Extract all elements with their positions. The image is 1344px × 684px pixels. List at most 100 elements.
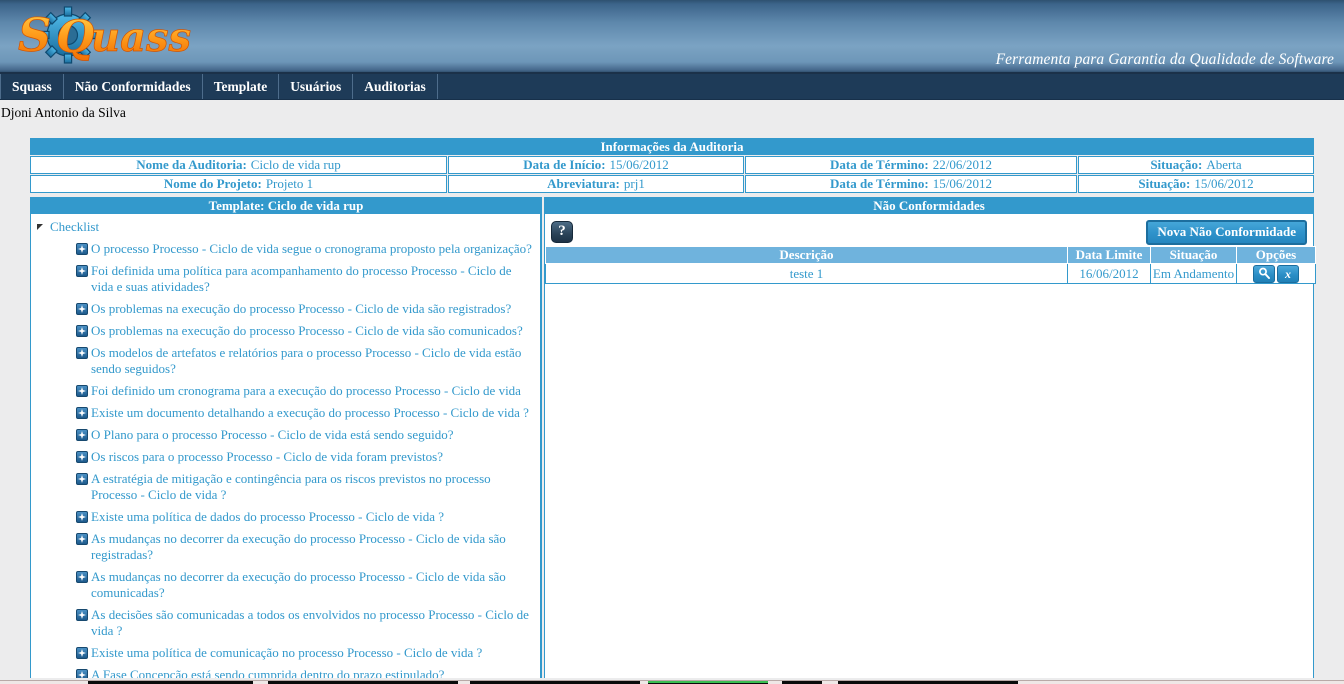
checklist-item[interactable]: As mudanças no decorrer da execução do p… [31, 528, 540, 566]
checklist-item-label: Existe uma política de dados do processo… [91, 509, 445, 524]
panels-container: Checklist O processo Processo - Ciclo de… [30, 214, 1316, 678]
column-header-opcoes[interactable]: Opções [1236, 246, 1316, 264]
checklist-item[interactable]: As decisões são comunicadas a todos os e… [31, 604, 540, 642]
os-taskbar-sliver [0, 680, 1344, 684]
checklist-star-icon[interactable] [76, 303, 88, 315]
panel-headers: Template: Ciclo de vida rup Não Conformi… [30, 197, 1314, 214]
checklist-item-label: As mudanças no decorrer da execução do p… [91, 531, 506, 562]
checklist-item[interactable]: Existe uma política de dados do processo… [31, 506, 540, 528]
checklist-item[interactable]: Existe um documento detalhando a execuçã… [31, 402, 540, 424]
field-data-termino-projeto: Data de Término: 15/06/2012 [745, 175, 1077, 193]
checklist-item[interactable]: Foi definida uma política para acompanha… [31, 260, 540, 298]
checklist-item[interactable]: Os problemas na execução do processo Pro… [31, 320, 540, 342]
checklist-star-icon[interactable] [76, 407, 88, 419]
template-panel-title: Template: Ciclo de vida rup [30, 197, 542, 214]
chevron-down-icon[interactable] [37, 224, 43, 230]
checklist-item[interactable]: A estratégia de mitigação e contingência… [31, 468, 540, 506]
field-data-termino-auditoria: Data de Término: 22/06/2012 [745, 156, 1077, 174]
close-x-icon[interactable]: x [1277, 264, 1299, 283]
checklist-item[interactable]: Existe uma política de comunicação no pr… [31, 642, 540, 664]
checklist-item-label: Os problemas na execução do processo Pro… [91, 323, 523, 338]
checklist-panel: Checklist O processo Processo - Ciclo de… [30, 214, 542, 678]
checklist-item-label: Os problemas na execução do processo Pro… [91, 301, 512, 316]
checklist-item[interactable]: A Fase Concepção está sendo cumprida den… [31, 664, 540, 678]
checklist-item[interactable]: Os riscos para o processo Processo - Cic… [31, 446, 540, 468]
nav-item-squass[interactable]: Squass [0, 74, 64, 99]
magnifier-glyph [1258, 267, 1270, 279]
checklist-star-icon[interactable] [76, 511, 88, 523]
squass-logo-svg: S Q uass [18, 6, 191, 64]
field-nome-projeto: Nome do Projeto: Projeto 1 [30, 175, 447, 193]
checklist-items: O processo Processo - Ciclo de vida segu… [31, 238, 540, 678]
row-actions: x [1237, 264, 1315, 283]
checklist-star-icon[interactable] [76, 647, 88, 659]
nova-nao-conformidade-button[interactable]: Nova Não Conformidade [1146, 220, 1307, 245]
nav-item-template[interactable]: Template [203, 74, 280, 99]
tree-node-checklist-label: Checklist [50, 219, 100, 234]
column-header-situacao[interactable]: Situação [1150, 246, 1237, 264]
checklist-star-icon[interactable] [76, 429, 88, 441]
column-header-descricao[interactable]: Descrição [545, 246, 1068, 264]
tree-node-checklist[interactable]: Checklist [31, 214, 540, 238]
field-nome-auditoria-value: Ciclo de vida rup [250, 157, 341, 172]
checklist-star-icon[interactable] [76, 669, 88, 678]
checklist-star-icon[interactable] [76, 451, 88, 463]
checklist-star-icon[interactable] [76, 347, 88, 359]
checklist-star-icon[interactable] [76, 473, 88, 485]
cell-situacao: Em Andamento [1150, 263, 1237, 284]
checklist-item[interactable]: As mudanças no decorrer da execução do p… [31, 566, 540, 604]
checklist-item-label: Foi definido um cronograma para a execuç… [91, 383, 521, 398]
audit-info-title: Informações da Auditoria [30, 138, 1314, 155]
help-icon[interactable]: ? [551, 220, 573, 243]
field-abreviatura: Abreviatura: prj1 [448, 175, 744, 193]
checklist-item[interactable]: Os problemas na execução do processo Pro… [31, 298, 540, 320]
field-data-termino-projeto-value: 15/06/2012 [932, 176, 992, 191]
checklist-item-label: Os riscos para o processo Processo - Cic… [91, 449, 443, 464]
nav-item-usuarios[interactable]: Usuários [279, 74, 354, 99]
main-navigation: Squass Não Conformidades Template Usuári… [0, 74, 1344, 100]
app-header: S Q uass Ferramenta para Garantia da Qua… [0, 0, 1344, 74]
checklist-star-icon[interactable] [76, 265, 88, 277]
checklist-star-icon[interactable] [76, 385, 88, 397]
cell-opcoes: x [1236, 263, 1316, 284]
nav-item-auditorias[interactable]: Auditorias [353, 74, 438, 99]
field-data-termino-auditoria-label: Data de Término: [830, 157, 929, 172]
field-data-inicio-value: 15/06/2012 [609, 157, 669, 172]
logged-user-name: Djoni Antonio da Silva [0, 100, 1344, 126]
svg-text:x: x [1284, 268, 1291, 280]
checklist-star-icon[interactable] [76, 325, 88, 337]
checklist-star-icon[interactable] [76, 609, 88, 621]
field-situacao-auditoria-value: Aberta [1206, 157, 1242, 172]
field-situacao-projeto-label: Situação: [1138, 176, 1191, 191]
nav-item-nao-conformidades[interactable]: Não Conformidades [64, 74, 203, 99]
checklist-item[interactable]: O processo Processo - Ciclo de vida segu… [31, 238, 540, 260]
checklist-star-icon[interactable] [76, 533, 88, 545]
column-header-data-limite[interactable]: Data Limite [1067, 246, 1151, 264]
table-header-row: Descrição Data Limite Situação Opções [545, 246, 1316, 264]
checklist-item-label: Os modelos de artefatos e relatórios par… [91, 345, 522, 376]
magnifier-icon[interactable] [1253, 264, 1275, 283]
svg-text:uass: uass [91, 14, 191, 61]
checklist-item-label: A Fase Concepção está sendo cumprida den… [91, 667, 445, 678]
checklist-item[interactable]: O Plano para o processo Processo - Ciclo… [31, 424, 540, 446]
nc-toolbar: ? Nova Não Conformidade [545, 214, 1313, 246]
checklist-star-icon[interactable] [76, 571, 88, 583]
app-logo[interactable]: S Q uass [12, 4, 197, 70]
table-row[interactable]: teste 1 16/06/2012 Em Andamento x [545, 263, 1316, 284]
app-tagline: Ferramenta para Garantia da Qualidade de… [995, 51, 1334, 68]
checklist-item[interactable]: Foi definido um cronograma para a execuç… [31, 380, 540, 402]
field-nome-projeto-value: Projeto 1 [265, 176, 314, 191]
field-nome-auditoria: Nome da Auditoria: Ciclo de vida rup [30, 156, 447, 174]
field-data-inicio: Data de Início: 15/06/2012 [448, 156, 744, 174]
table-body: teste 1 16/06/2012 Em Andamento x [545, 263, 1316, 284]
checklist-star-icon[interactable] [76, 243, 88, 255]
checklist-item[interactable]: Os modelos de artefatos e relatórios par… [31, 342, 540, 380]
nao-conformidades-panel: ? Nova Não Conformidade Descrição Data L… [544, 214, 1316, 678]
page-content: Informações da Auditoria Nome da Auditor… [30, 138, 1316, 678]
cell-descricao: teste 1 [545, 263, 1068, 284]
checklist-item-label: O Plano para o processo Processo - Ciclo… [91, 427, 454, 442]
checklist-item-label: O processo Processo - Ciclo de vida segu… [91, 241, 532, 256]
field-situacao-auditoria-label: Situação: [1150, 157, 1203, 172]
audit-info-row-1: Nome da Auditoria: Ciclo de vida rup Dat… [30, 156, 1314, 174]
checklist-item-label: A estratégia de mitigação e contingência… [91, 471, 491, 502]
